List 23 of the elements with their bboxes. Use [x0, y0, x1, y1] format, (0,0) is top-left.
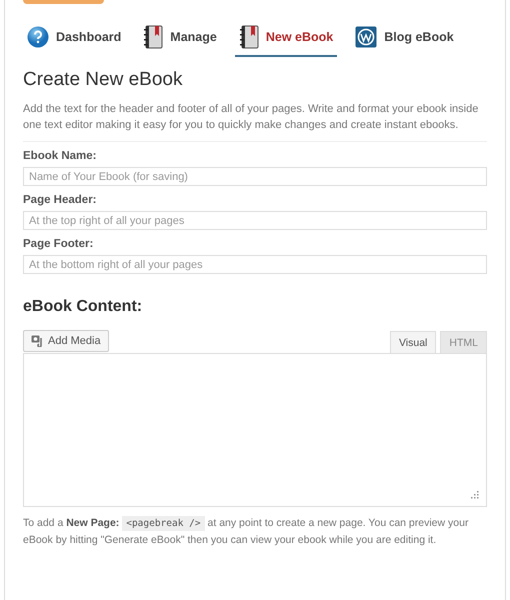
notebook-icon — [143, 25, 164, 49]
intro-text: Add the text for the header and footer of all of your pages. Write and format your ebook inside one text editor making it easy for you to quickly make changes and create instant ebooks. — [23, 101, 487, 142]
logo-icon — [355, 26, 378, 48]
section-heading: eBook Content: — [23, 298, 144, 316]
field-label: Ebook Name: — [23, 150, 98, 162]
input-field[interactable]: At the bottom right of all your pages — [23, 255, 487, 274]
input-field[interactable]: At the top right of all your pages — [23, 211, 487, 230]
input-field[interactable]: Name of Your Ebook (for saving) — [23, 167, 487, 186]
nav-tab[interactable]: Manage — [139, 22, 221, 57]
help-text: To add a New Page: <pagebreak /> at any point to create a new page. You can preview your eBook by hitting "Generate eBook" then you can view your ebook while you are editing it. — [23, 515, 470, 548]
editor-tab[interactable]: Visual — [390, 331, 436, 353]
nav-tab[interactable]: Blog eBook — [351, 22, 458, 57]
notebook-icon — [238, 25, 259, 49]
nav-tab[interactable]: Dashboard — [23, 22, 126, 57]
button-edge[interactable] — [23, 0, 104, 4]
field-label: Page Header: — [23, 194, 98, 206]
field-label: Page Footer: — [23, 238, 94, 250]
add-media-button[interactable]: Add Media — [23, 330, 109, 352]
nav-tab[interactable]: New eBook — [234, 22, 338, 57]
media-icon — [31, 335, 44, 347]
help-icon — [27, 26, 49, 48]
resize-grip-icon[interactable] — [471, 491, 479, 499]
page-heading: Create New eBook — [23, 69, 184, 91]
